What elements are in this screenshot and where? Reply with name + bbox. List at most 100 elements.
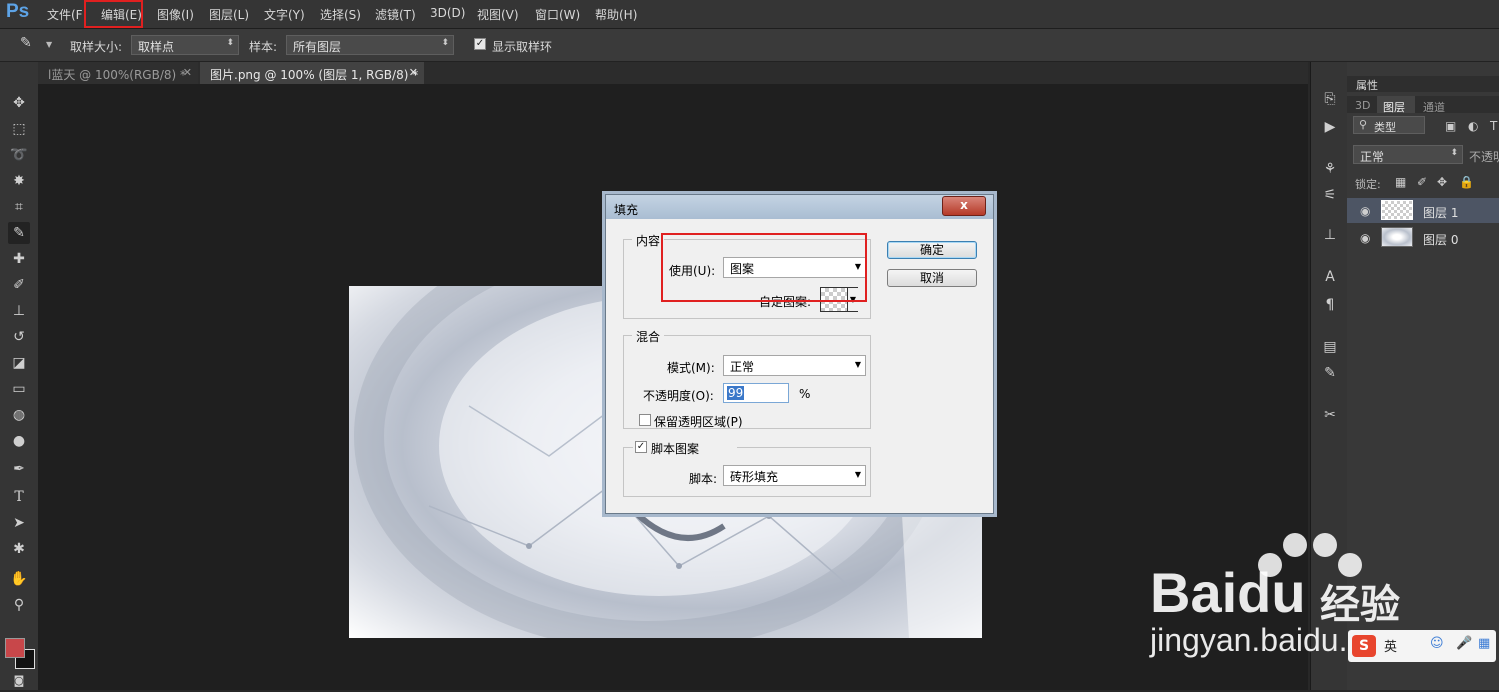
stamp-tool-icon[interactable]: ⊥	[8, 300, 30, 322]
sample-size-value: 取样点	[138, 40, 175, 54]
tab-layers[interactable]: 图层	[1383, 99, 1405, 115]
brand-text: Bai	[1150, 561, 1238, 624]
close-icon[interactable]: ✕	[409, 66, 418, 79]
magic-wand-icon[interactable]: ✸	[8, 170, 30, 192]
cancel-button[interactable]: 取消	[887, 269, 977, 287]
brush-tool-icon[interactable]: ✐	[8, 274, 30, 296]
tool-presets-icon[interactable]: ✂	[1319, 404, 1341, 426]
document-tab-image-png[interactable]: 图片.png @ 100% (图层 1, RGB/8) * ✕	[200, 62, 424, 84]
keyboard-icon[interactable]: ▦	[1478, 636, 1490, 651]
close-icon[interactable]: ✕	[183, 66, 192, 79]
sample-size-select[interactable]: 取样点 ⬍	[131, 35, 239, 55]
dodge-tool-icon[interactable]: ●	[8, 430, 30, 452]
move-tool-icon[interactable]: ✥	[8, 92, 30, 114]
lock-all-icon[interactable]: 🔒	[1459, 175, 1474, 189]
hand-tool-icon[interactable]: ✋	[8, 568, 30, 590]
watermark-brand: Baidu	[1150, 560, 1306, 625]
eye-icon[interactable]: ◉	[1360, 231, 1370, 245]
adjustment-filter-icon[interactable]: ◐	[1468, 119, 1478, 133]
crop-tool-icon[interactable]: ⌗	[8, 196, 30, 218]
script-value: 砖形填充	[730, 470, 779, 484]
ime-toolbar[interactable]: S 英 ☺ 🎤 ▦	[1348, 630, 1496, 662]
document-tab-blue-sky[interactable]: l蓝天 @ 100%(RGB/8) * ✕	[38, 62, 198, 84]
preserve-transparency-label: 保留透明区域(P)	[654, 415, 743, 429]
show-ring-label: 显示取样环	[492, 40, 553, 54]
script-label: 脚本:	[689, 472, 718, 486]
eyedropper-tool-icon[interactable]: ✎	[8, 222, 30, 244]
tab-label: l蓝天 @ 100%(RGB/8) *	[48, 68, 186, 82]
menu-filter[interactable]: 滤镜(T)	[375, 6, 416, 23]
show-ring-checkbox[interactable]: ✓	[474, 38, 486, 50]
chevron-down-icon[interactable]: ▼	[46, 40, 52, 49]
blur-tool-icon[interactable]: ◍	[8, 404, 30, 426]
preserve-transparency-checkbox[interactable]	[639, 414, 651, 426]
marquee-tool-icon[interactable]: ⬚	[8, 118, 30, 140]
zoom-tool-icon[interactable]: ⚲	[8, 594, 30, 616]
eyedropper-icon[interactable]: ✎	[20, 35, 32, 51]
properties-tab[interactable]: 属性	[1356, 77, 1378, 93]
layer-kind-filter[interactable]: ⚲ 类型	[1353, 116, 1425, 134]
pen-tool-icon[interactable]: ✒	[8, 458, 30, 480]
history-brush-icon[interactable]: ↺	[8, 326, 30, 348]
healing-brush-icon[interactable]: ✚	[8, 248, 30, 270]
emoji-icon[interactable]: ☺	[1430, 636, 1444, 651]
dropdown-arrow-icon: ▼	[854, 470, 861, 479]
shape-tool-icon[interactable]: ✱	[8, 538, 30, 560]
updown-arrow-icon: ⬍	[1450, 148, 1458, 158]
clone-source-icon[interactable]: ⊥	[1319, 224, 1341, 246]
ime-mode-icon[interactable]: 英	[1384, 636, 1397, 655]
path-select-icon[interactable]: ➤	[8, 512, 30, 534]
script-pattern-label: 脚本图案	[651, 442, 700, 456]
quick-mask-icon[interactable]: ◙	[8, 670, 30, 692]
menu-type[interactable]: 文字(Y)	[264, 6, 305, 23]
lasso-tool-icon[interactable]: ➰	[8, 144, 30, 166]
type-tool-icon[interactable]: T	[8, 486, 30, 508]
image-filter-icon[interactable]: ▣	[1445, 119, 1456, 133]
sample-value: 所有图层	[293, 40, 342, 54]
actions-panel-icon[interactable]: ▶	[1319, 116, 1341, 138]
ok-button[interactable]: 确定	[887, 241, 977, 259]
lock-transparent-icon[interactable]: ▦	[1395, 175, 1406, 189]
layer-row-0[interactable]: ◉ 图层 0	[1347, 225, 1499, 250]
character-panel-icon[interactable]: A	[1319, 266, 1341, 288]
dropdown-arrow-icon: ▼	[854, 360, 861, 369]
mode-select[interactable]: 正常 ▼	[723, 355, 866, 376]
menu-select[interactable]: 选择(S)	[320, 6, 361, 23]
menu-file[interactable]: 文件(F	[47, 6, 83, 23]
menu-image[interactable]: 图像(I)	[157, 6, 194, 23]
lock-label: 锁定:	[1355, 178, 1381, 191]
menu-3d[interactable]: 3D(D)	[430, 6, 465, 20]
menu-layer[interactable]: 图层(L)	[209, 6, 249, 23]
menu-window[interactable]: 窗口(W)	[535, 6, 580, 23]
type-filter-icon[interactable]: T	[1490, 119, 1497, 133]
menu-bar: Ps 文件(F 编辑(E) 图像(I) 图层(L) 文字(Y) 选择(S) 滤镜…	[0, 0, 1499, 29]
script-select[interactable]: 砖形填充 ▼	[723, 465, 866, 486]
eye-icon[interactable]: ◉	[1360, 204, 1370, 218]
dialog-titlebar[interactable]: 填充 x	[606, 195, 993, 219]
info-panel-icon[interactable]: ▤	[1319, 336, 1341, 358]
menu-view[interactable]: 视图(V)	[477, 6, 519, 23]
menu-help[interactable]: 帮助(H)	[595, 6, 637, 23]
lock-brush-icon[interactable]: ✐	[1417, 175, 1427, 189]
notes-panel-icon[interactable]: ✎	[1319, 362, 1341, 384]
tab-3d[interactable]: 3D	[1355, 99, 1370, 112]
layer-name: 图层 1	[1423, 206, 1459, 220]
sogou-icon: S	[1352, 635, 1376, 657]
history-panel-icon[interactable]: ⎘	[1319, 88, 1341, 110]
dialog-close-button[interactable]: x	[942, 196, 986, 216]
gradient-tool-icon[interactable]: ▭	[8, 378, 30, 400]
sample-select[interactable]: 所有图层 ⬍	[286, 35, 454, 55]
layer-row-1[interactable]: ◉ 图层 1	[1347, 198, 1499, 223]
eraser-tool-icon[interactable]: ◪	[8, 352, 30, 374]
brush-presets-icon[interactable]: ⚘	[1319, 158, 1341, 180]
annotation-highlight-box	[661, 233, 867, 302]
script-pattern-checkbox[interactable]: ✓	[635, 441, 647, 453]
opacity-input[interactable]: 99	[723, 383, 789, 403]
tab-channels[interactable]: 通道	[1423, 99, 1445, 115]
microphone-icon[interactable]: 🎤	[1456, 636, 1472, 651]
paragraph-panel-icon[interactable]: ¶	[1319, 294, 1341, 316]
brush-panel-icon[interactable]: ⚟	[1319, 184, 1341, 206]
foreground-color-swatch[interactable]	[5, 638, 25, 658]
lock-move-icon[interactable]: ✥	[1437, 175, 1447, 189]
blend-mode-select[interactable]: 正常 ⬍	[1353, 145, 1463, 164]
